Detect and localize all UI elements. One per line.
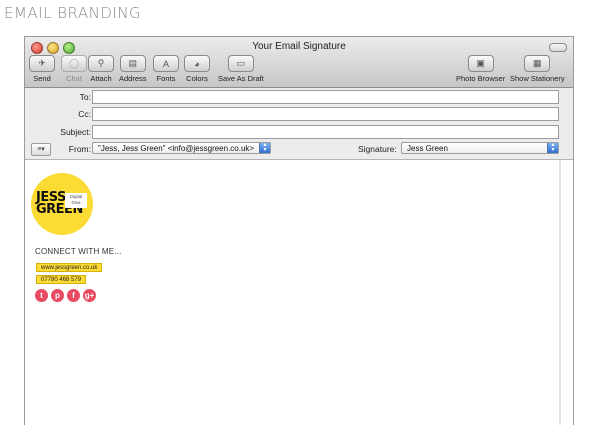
chat-button[interactable]: ◯ Chat [61,55,87,83]
attach-label: Attach [90,74,112,83]
fonts-label: Fonts [156,74,176,83]
colors-icon: ◕ [184,55,210,72]
from-label: From: [68,144,91,154]
colors-label: Colors [186,74,208,83]
stationery-icon: ▦ [524,55,551,72]
address-button[interactable]: ▤ Address [119,55,147,83]
show-stationery-button[interactable]: ▦ Show Stationery [510,55,565,83]
signature-label: Signature: [358,144,397,154]
cc-field[interactable] [92,107,559,121]
chat-label: Chat [66,74,82,83]
cc-row: Cc: [25,107,573,123]
website-link[interactable]: www.jessgreen.co.uk [36,263,103,272]
from-select[interactable]: "Jess, Jess Green" <info@jessgreen.co.uk… [92,142,271,154]
attach-button[interactable]: ⚲ Attach [88,55,114,83]
address-book-icon: ▤ [119,55,146,72]
phone-number: 07780 468 579 [36,275,87,284]
title-bar: Your Email Signature ✈ Send ◯ Chat ⚲ Att… [25,37,573,88]
google-plus-icon[interactable]: g+ [83,289,96,302]
logo-tagline: Digital Diva [65,193,87,208]
send-label: Send [33,74,51,83]
paperclip-icon: ⚲ [88,55,114,72]
save-as-draft-button[interactable]: ▭ Save As Draft [218,55,264,83]
photo-browser-label: Photo Browser [456,74,506,83]
signature-select[interactable]: Jess Green ▴ ▾ [401,142,559,154]
window-title: Your Email Signature [252,41,346,52]
colors-button[interactable]: ◕ Colors [184,55,210,83]
toolbar-toggle-button[interactable] [549,43,567,52]
photo-browser-icon: ▣ [467,55,494,72]
signature-value: Jess Green [407,144,448,153]
header-options-button[interactable]: ≡▾ [31,143,51,156]
facebook-icon[interactable]: f [67,289,80,302]
message-body[interactable]: JESS GREEN Digital Diva CONNECT WITH ME.… [25,160,573,425]
send-icon: ✈ [29,55,55,72]
save-as-draft-label: Save As Draft [218,74,264,83]
show-stationery-label: Show Stationery [510,74,565,83]
scrollbar[interactable] [559,160,561,425]
social-icons: t p f g+ [35,289,96,302]
draft-icon: ▭ [227,55,254,72]
toolbar: ✈ Send ◯ Chat ⚲ Attach ▤ Address A Fonts… [25,55,573,85]
to-row: To: [25,90,573,106]
chevron-updown-icon: ▴ ▾ [547,142,558,153]
photo-browser-button[interactable]: ▣ Photo Browser [456,55,505,83]
fonts-icon: A [153,55,179,72]
subject-label: Subject: [60,127,91,137]
send-button[interactable]: ✈ Send [29,55,55,83]
twitter-icon[interactable]: t [35,289,48,302]
pinterest-icon[interactable]: p [51,289,64,302]
from-row: ≡▾ From: "Jess, Jess Green" <info@jessgr… [25,142,573,158]
jess-green-logo: JESS GREEN Digital Diva [31,173,93,235]
chat-icon: ◯ [61,55,87,72]
mail-compose-window: Your Email Signature ✈ Send ◯ Chat ⚲ Att… [24,36,574,425]
subject-row: Subject: [25,125,573,141]
cc-label: Cc: [78,109,91,119]
connect-text: CONNECT WITH ME... [35,247,122,256]
fonts-button[interactable]: A Fonts [153,55,179,83]
page-heading: EMAIL BRANDING [4,4,142,22]
subject-field[interactable] [92,125,559,139]
to-field[interactable] [92,90,559,104]
to-label: To: [79,92,91,102]
from-value: "Jess, Jess Green" <info@jessgreen.co.uk… [98,144,255,153]
message-headers: To: Cc: Subject: ≡▾ From: "Jess, Jess Gr… [25,88,573,160]
address-label: Address [119,74,147,83]
chevron-updown-icon: ▴ ▾ [259,142,270,153]
